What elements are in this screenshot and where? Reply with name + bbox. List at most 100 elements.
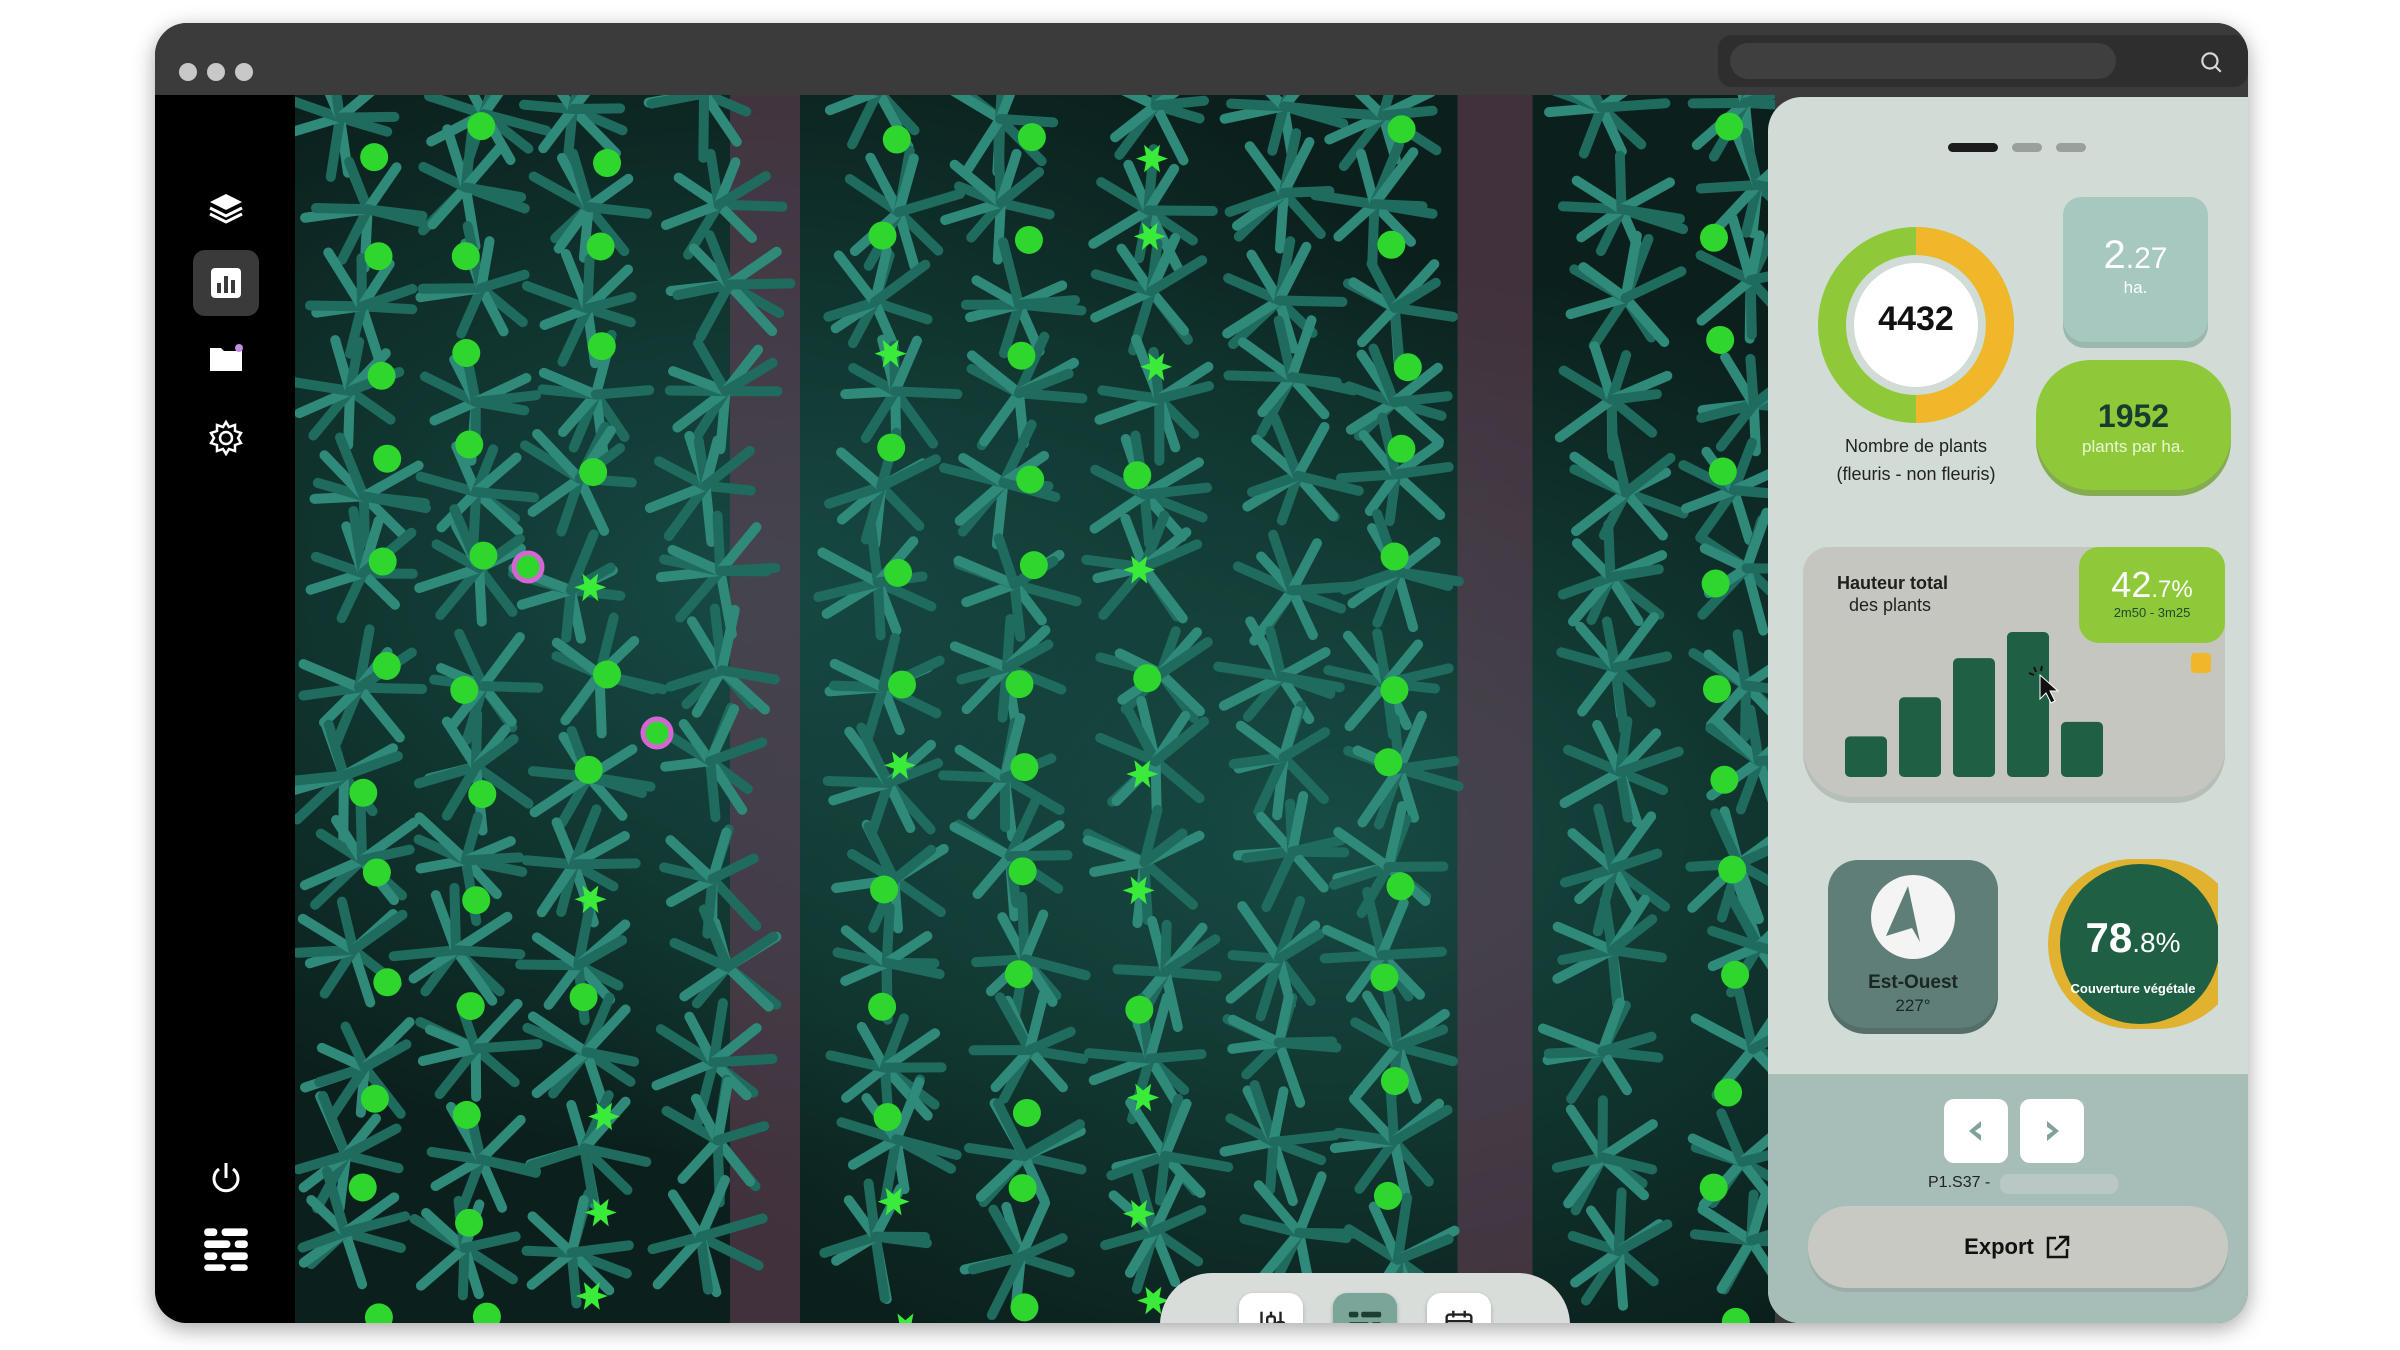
plant-marker[interactable] — [868, 992, 897, 1021]
plant-marker[interactable] — [368, 547, 397, 576]
plant-marker[interactable] — [884, 558, 913, 587]
plant-marker[interactable] — [452, 1100, 481, 1129]
plant-marker[interactable] — [462, 886, 491, 915]
plant-marker[interactable] — [887, 670, 916, 699]
height-card[interactable]: Hauteur total des plants 42.7% 2m50 - 3m… — [1803, 547, 2225, 797]
plant-marker[interactable] — [1718, 855, 1747, 884]
drone-map-view[interactable] — [295, 95, 1775, 1323]
plant-marker[interactable] — [455, 430, 484, 459]
plant-marker[interactable] — [452, 339, 481, 368]
plant-marker[interactable] — [1699, 1173, 1728, 1202]
plant-marker[interactable] — [1721, 1307, 1750, 1323]
plant-marker[interactable] — [579, 458, 608, 487]
pager-dot-1[interactable] — [1948, 143, 1998, 152]
plant-marker[interactable] — [574, 755, 603, 784]
plant-marker[interactable] — [1010, 1293, 1039, 1322]
power-button[interactable] — [193, 1145, 259, 1211]
window-dot-3[interactable] — [235, 63, 253, 81]
sidebar-item-settings[interactable] — [193, 405, 259, 471]
plant-marker[interactable] — [364, 242, 393, 271]
selected-plant-marker[interactable] — [511, 550, 545, 584]
search-icon[interactable] — [2198, 49, 2224, 75]
plant-marker[interactable] — [1702, 675, 1731, 704]
plant-marker[interactable] — [586, 232, 615, 261]
plant-marker[interactable] — [1715, 112, 1744, 141]
plant-marker[interactable] — [877, 433, 906, 462]
plant-marker[interactable] — [455, 1208, 484, 1237]
height-bar-5[interactable] — [2061, 721, 2103, 777]
plant-marker[interactable] — [364, 1303, 393, 1323]
plant-marker[interactable] — [1714, 1078, 1743, 1107]
plant-marker[interactable] — [593, 149, 622, 178]
height-bar-3[interactable] — [1953, 658, 1995, 777]
plant-marker[interactable] — [1380, 676, 1409, 705]
plant-marker[interactable] — [1016, 465, 1045, 494]
plant-marker[interactable] — [1387, 434, 1416, 463]
plant-marker[interactable] — [1008, 1174, 1037, 1203]
plant-marker[interactable] — [1706, 325, 1735, 354]
plant-marker[interactable] — [1005, 670, 1034, 699]
plant-marker[interactable] — [1699, 223, 1728, 252]
plant-marker[interactable] — [1387, 115, 1416, 144]
plant-marker[interactable] — [1701, 569, 1730, 598]
height-bar-1[interactable] — [1845, 736, 1887, 777]
calendar-button[interactable] — [1427, 1293, 1491, 1323]
window-dot-2[interactable] — [207, 63, 225, 81]
plant-marker[interactable] — [873, 1103, 902, 1132]
plant-marker[interactable] — [373, 444, 402, 473]
plant-marker[interactable] — [593, 660, 622, 689]
table-view-button[interactable] — [1333, 1293, 1397, 1323]
plant-marker[interactable] — [1014, 225, 1043, 254]
plant-marker[interactable] — [882, 125, 911, 154]
plant-marker[interactable] — [360, 1084, 389, 1113]
plant-marker[interactable] — [1008, 857, 1037, 886]
plant-marker[interactable] — [362, 858, 391, 887]
plant-marker[interactable] — [1386, 872, 1415, 901]
sidebar-item-files[interactable] — [193, 325, 259, 391]
height-histogram[interactable] — [1843, 627, 2143, 777]
plant-marker[interactable] — [469, 541, 498, 570]
plant-marker[interactable] — [1004, 960, 1033, 989]
plant-marker[interactable] — [587, 332, 616, 361]
sidebar-item-layers[interactable] — [193, 175, 259, 241]
pager-dot-2[interactable] — [2012, 143, 2042, 152]
plant-marker[interactable] — [1017, 123, 1046, 152]
plant-marker[interactable] — [468, 780, 497, 809]
plant-marker[interactable] — [472, 1302, 501, 1323]
export-button[interactable]: Export — [1808, 1206, 2228, 1288]
plant-marker[interactable] — [1380, 1067, 1409, 1096]
plant-marker[interactable] — [451, 242, 480, 271]
plant-marker[interactable] — [373, 968, 402, 997]
flowered-plant-marker[interactable] — [889, 1313, 921, 1324]
plant-marker[interactable] — [467, 112, 496, 141]
selected-plant-marker[interactable] — [640, 716, 674, 750]
height-bar-2[interactable] — [1899, 697, 1941, 777]
plant-marker[interactable] — [1393, 353, 1422, 382]
plant-markers-layer[interactable] — [295, 95, 1775, 1323]
plant-marker[interactable] — [1373, 1181, 1402, 1210]
plant-marker[interactable] — [456, 992, 485, 1021]
plant-marker[interactable] — [372, 651, 401, 680]
search-input[interactable] — [1730, 43, 2116, 79]
plant-marker[interactable] — [569, 983, 598, 1012]
sidebar-item-stats[interactable] — [193, 250, 259, 316]
plant-marker[interactable] — [1133, 664, 1162, 693]
plant-marker[interactable] — [1721, 960, 1750, 989]
plant-marker[interactable] — [348, 1173, 377, 1202]
plant-marker[interactable] — [367, 361, 396, 390]
plant-marker[interactable] — [1010, 753, 1039, 782]
plant-marker[interactable] — [1708, 457, 1737, 486]
filter-button[interactable] — [1239, 1293, 1303, 1323]
plant-marker[interactable] — [1710, 765, 1739, 794]
plant-marker[interactable] — [1374, 748, 1403, 777]
plant-marker[interactable] — [868, 221, 897, 250]
plant-marker[interactable] — [349, 778, 378, 807]
plant-marker[interactable] — [1125, 995, 1154, 1024]
plant-marker[interactable] — [1012, 1098, 1041, 1127]
plant-marker[interactable] — [360, 143, 389, 172]
plant-marker[interactable] — [1007, 341, 1036, 370]
next-button[interactable] — [2020, 1099, 2084, 1163]
plant-marker[interactable] — [1370, 963, 1399, 992]
plant-marker[interactable] — [450, 675, 479, 704]
plant-marker[interactable] — [1123, 461, 1152, 490]
